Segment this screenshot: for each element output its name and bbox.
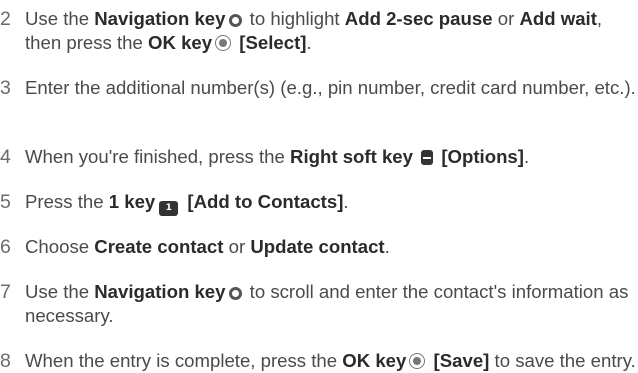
step-4: 4 When you're finished, press the Right … — [0, 145, 636, 169]
step-7: 7 Use the Navigation key to scroll and e… — [0, 280, 636, 328]
step-text: Use the Navigation key to highlight Add … — [25, 8, 603, 53]
step-8: 8 When the entry is complete, press the … — [0, 349, 636, 373]
step-number: 8 — [0, 350, 11, 372]
navigation-key-icon — [228, 287, 242, 300]
step-text: When you're finished, press the Right so… — [25, 146, 530, 167]
one-key-icon: 1 — [159, 201, 179, 216]
add-wait-label: Add wait — [519, 8, 597, 29]
step-text: When the entry is complete, press the OK… — [25, 350, 636, 371]
ok-key-icon — [215, 35, 232, 51]
ok-key-label: OK key — [342, 350, 407, 371]
step-number: 7 — [0, 281, 11, 303]
one-key-label: 1 key — [108, 191, 156, 212]
navigation-key-label: Navigation key — [94, 281, 226, 302]
navigation-key-label: Navigation key — [94, 8, 226, 29]
create-contact-label: Create contact — [94, 236, 224, 257]
add-to-contacts-label: [Add to Contacts] — [187, 191, 344, 212]
ok-key-label: OK key — [148, 32, 213, 53]
step-number: 5 — [0, 191, 11, 213]
step-5: 5 Press the 1 key 1 [Add to Contacts]. — [0, 190, 636, 216]
step-3: 3 Enter the additional number(s) (e.g., … — [0, 76, 636, 100]
add-pause-label: Add 2-sec pause — [344, 8, 493, 29]
step-number: 3 — [0, 77, 11, 99]
navigation-key-icon — [228, 14, 242, 27]
right-soft-key-icon — [421, 150, 434, 165]
step-text: Choose Create contact or Update contact. — [25, 236, 390, 257]
options-label: [Options] — [441, 146, 524, 167]
save-label: [Save] — [433, 350, 490, 371]
select-label: [Select] — [239, 32, 307, 53]
instruction-list: 2 Use the Navigation key to highlight Ad… — [0, 0, 638, 372]
step-text: Enter the additional number(s) (e.g., pi… — [25, 77, 636, 98]
right-soft-key-label: Right soft key — [290, 146, 413, 167]
step-6: 6 Choose Create contact or Update contac… — [0, 235, 636, 259]
step-number: 2 — [0, 8, 11, 30]
step-2: 2 Use the Navigation key to highlight Ad… — [0, 7, 636, 55]
step-text: Use the Navigation key to scroll and ent… — [25, 281, 629, 326]
step-text: Press the 1 key 1 [Add to Contacts]. — [25, 190, 636, 216]
update-contact-label: Update contact — [250, 236, 385, 257]
step-number: 4 — [0, 146, 11, 168]
step-number: 6 — [0, 236, 11, 258]
